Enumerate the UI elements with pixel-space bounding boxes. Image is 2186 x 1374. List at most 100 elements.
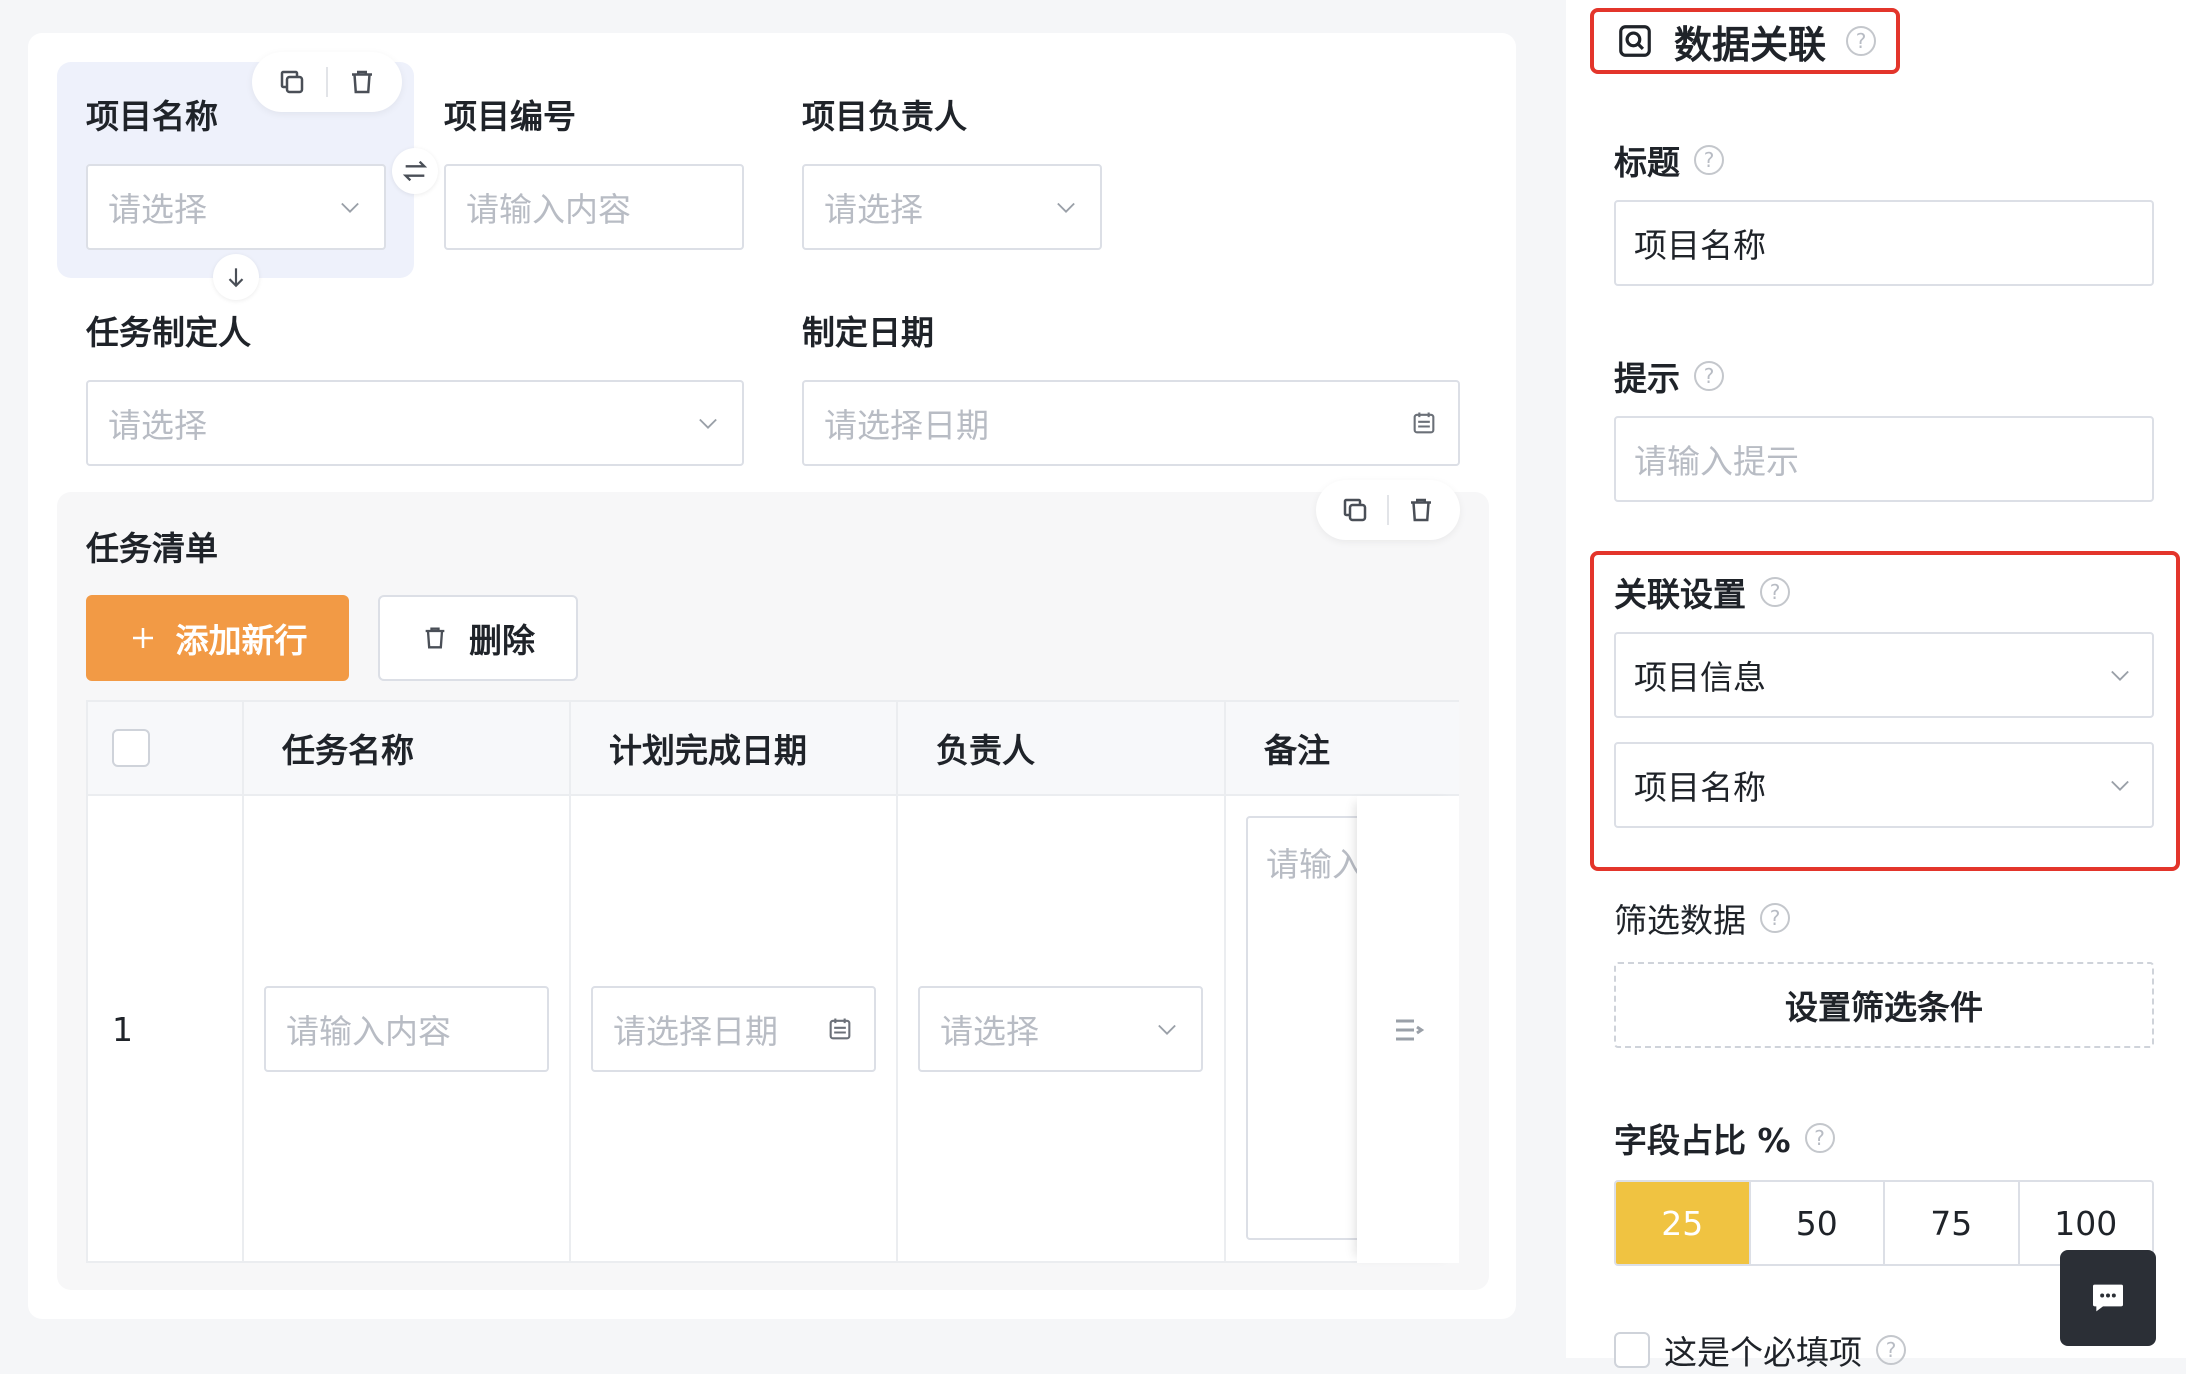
add-row-label: 添加新行 [175, 621, 308, 660]
remark-textarea[interactable]: 请输入 [1246, 816, 1357, 1240]
required-label: 这是个必填项 [1664, 1333, 1862, 1372]
panel-header: 数据关联 ? [1590, 8, 1900, 74]
hint-input[interactable]: 请输入提示 [1614, 416, 2154, 502]
filter-data-text: 筛选数据 [1614, 901, 1746, 940]
project-code-input[interactable]: 请输入内容 [444, 164, 744, 250]
field-ratio-text: 字段占比 % [1614, 1121, 1791, 1160]
help-icon[interactable]: ? [1846, 26, 1877, 56]
due-date-placeholder: 请选择日期 [613, 1012, 778, 1051]
calendar-icon [829, 1018, 851, 1040]
calendar-icon [1413, 412, 1435, 434]
hint-placeholder: 请输入提示 [1634, 442, 1799, 481]
task-creator-label: 任务制定人 [86, 313, 251, 352]
task-name-placeholder: 请输入内容 [286, 1012, 451, 1051]
required-checkbox[interactable] [1614, 1332, 1650, 1368]
chat-button[interactable] [2060, 1250, 2156, 1346]
relate-setting-text: 关联设置 [1614, 575, 1746, 614]
required-setting: 这是个必填项 ? [1614, 1326, 1906, 1374]
table-cell-due-date: 请选择日期 [571, 796, 898, 1263]
hint-setting-label: 提示 ? [1614, 352, 1724, 400]
arrow-down-icon [228, 268, 244, 288]
swap-icon [402, 160, 428, 182]
relate-field-value: 项目名称 [1634, 768, 1766, 807]
chat-icon [2093, 1284, 2123, 1312]
select-all-checkbox[interactable] [112, 729, 150, 767]
chevron-down-icon [699, 418, 717, 429]
hint-setting-text: 提示 [1614, 359, 1680, 398]
data-link-icon [1619, 25, 1651, 57]
help-icon[interactable]: ? [1694, 145, 1724, 175]
title-setting-text: 标题 [1614, 143, 1680, 182]
chevron-down-icon [1057, 202, 1075, 213]
created-date-placeholder: 请选择日期 [824, 406, 989, 445]
trash-icon [425, 627, 445, 649]
created-date-label: 制定日期 [802, 313, 934, 352]
help-icon[interactable]: ? [1760, 903, 1790, 933]
created-date-picker[interactable]: 请选择日期 [802, 380, 1460, 466]
set-filter-label: 设置筛选条件 [1785, 988, 1983, 1027]
table-row-index: 1 [88, 796, 244, 1263]
field-ratio-label: 字段占比 % ? [1614, 1114, 1835, 1162]
column-header-task-name: 任务名称 [244, 702, 571, 796]
project-name-placeholder: 请选择 [108, 190, 207, 229]
project-name-select[interactable]: 请选择 [86, 164, 386, 250]
chevron-down-icon [341, 202, 359, 213]
help-icon[interactable]: ? [1760, 577, 1790, 607]
task-creator-placeholder: 请选择 [108, 406, 207, 445]
project-owner-placeholder: 请选择 [824, 190, 923, 229]
relate-setting-label: 关联设置 ? [1614, 568, 1790, 616]
project-owner-select[interactable]: 请选择 [802, 164, 1102, 250]
trash-icon[interactable] [347, 67, 377, 97]
row-detail-icon[interactable] [1390, 1012, 1426, 1048]
owner-placeholder: 请选择 [940, 1012, 1039, 1051]
panel-title: 数据关联 [1674, 22, 1827, 67]
plus-icon [132, 628, 153, 648]
swap-field-button[interactable] [392, 148, 438, 194]
help-icon[interactable]: ? [1876, 1335, 1906, 1365]
chevron-down-icon [2111, 780, 2129, 791]
ratio-option-25[interactable]: 25 [1616, 1182, 1751, 1264]
filter-data-label: 筛选数据 ? [1614, 894, 1790, 942]
project-name-label: 项目名称 [86, 97, 218, 136]
copy-icon[interactable] [277, 67, 307, 97]
field-toolbar [252, 52, 402, 112]
table-cell-actions [1357, 796, 1459, 1263]
ratio-option-75[interactable]: 75 [1885, 1182, 2020, 1264]
task-name-input[interactable]: 请输入内容 [264, 986, 549, 1072]
ratio-option-50[interactable]: 50 [1750, 1182, 1885, 1264]
table-header-select [88, 702, 244, 796]
subform-title: 任务清单 [86, 529, 218, 568]
column-header-actions [1357, 702, 1459, 796]
delete-label: 删除 [469, 621, 535, 660]
delete-rows-button[interactable]: 删除 [378, 595, 578, 681]
relate-source-value: 项目信息 [1634, 658, 1766, 697]
remark-placeholder: 请输入 [1266, 845, 1357, 884]
project-owner-label: 项目负责人 [802, 97, 967, 136]
owner-select[interactable]: 请选择 [918, 986, 1203, 1072]
title-setting-label: 标题 ? [1614, 136, 1724, 184]
table-cell-remark: 请输入 [1226, 796, 1357, 1263]
move-down-button[interactable] [213, 254, 259, 300]
column-header-due-date: 计划完成日期 [571, 702, 898, 796]
title-input[interactable]: 项目名称 [1614, 200, 2154, 286]
help-icon[interactable]: ? [1694, 361, 1724, 391]
set-filter-button[interactable]: 设置筛选条件 [1614, 962, 2154, 1048]
add-row-button[interactable]: 添加新行 [86, 595, 349, 681]
chevron-down-icon [2111, 670, 2129, 681]
project-code-placeholder: 请输入内容 [466, 190, 631, 229]
trash-icon[interactable] [1406, 495, 1436, 525]
task-table: 任务名称 计划完成日期 负责人 备注 1 请输入内容 请选择日期 请选择 请输入 [86, 700, 1459, 1263]
chevron-down-icon [1158, 1024, 1176, 1035]
table-cell-owner: 请选择 [898, 796, 1226, 1263]
task-creator-select[interactable]: 请选择 [86, 380, 744, 466]
due-date-picker[interactable]: 请选择日期 [591, 986, 876, 1072]
relate-source-select[interactable]: 项目信息 [1614, 632, 2154, 718]
project-code-label: 项目编号 [444, 97, 576, 136]
copy-icon[interactable] [1340, 495, 1370, 525]
title-value: 项目名称 [1634, 226, 1766, 265]
relate-field-select[interactable]: 项目名称 [1614, 742, 2154, 828]
column-header-remark: 备注 [1226, 702, 1357, 796]
table-cell-task-name: 请输入内容 [244, 796, 571, 1263]
subform-toolbar [1316, 480, 1460, 540]
help-icon[interactable]: ? [1804, 1123, 1835, 1153]
